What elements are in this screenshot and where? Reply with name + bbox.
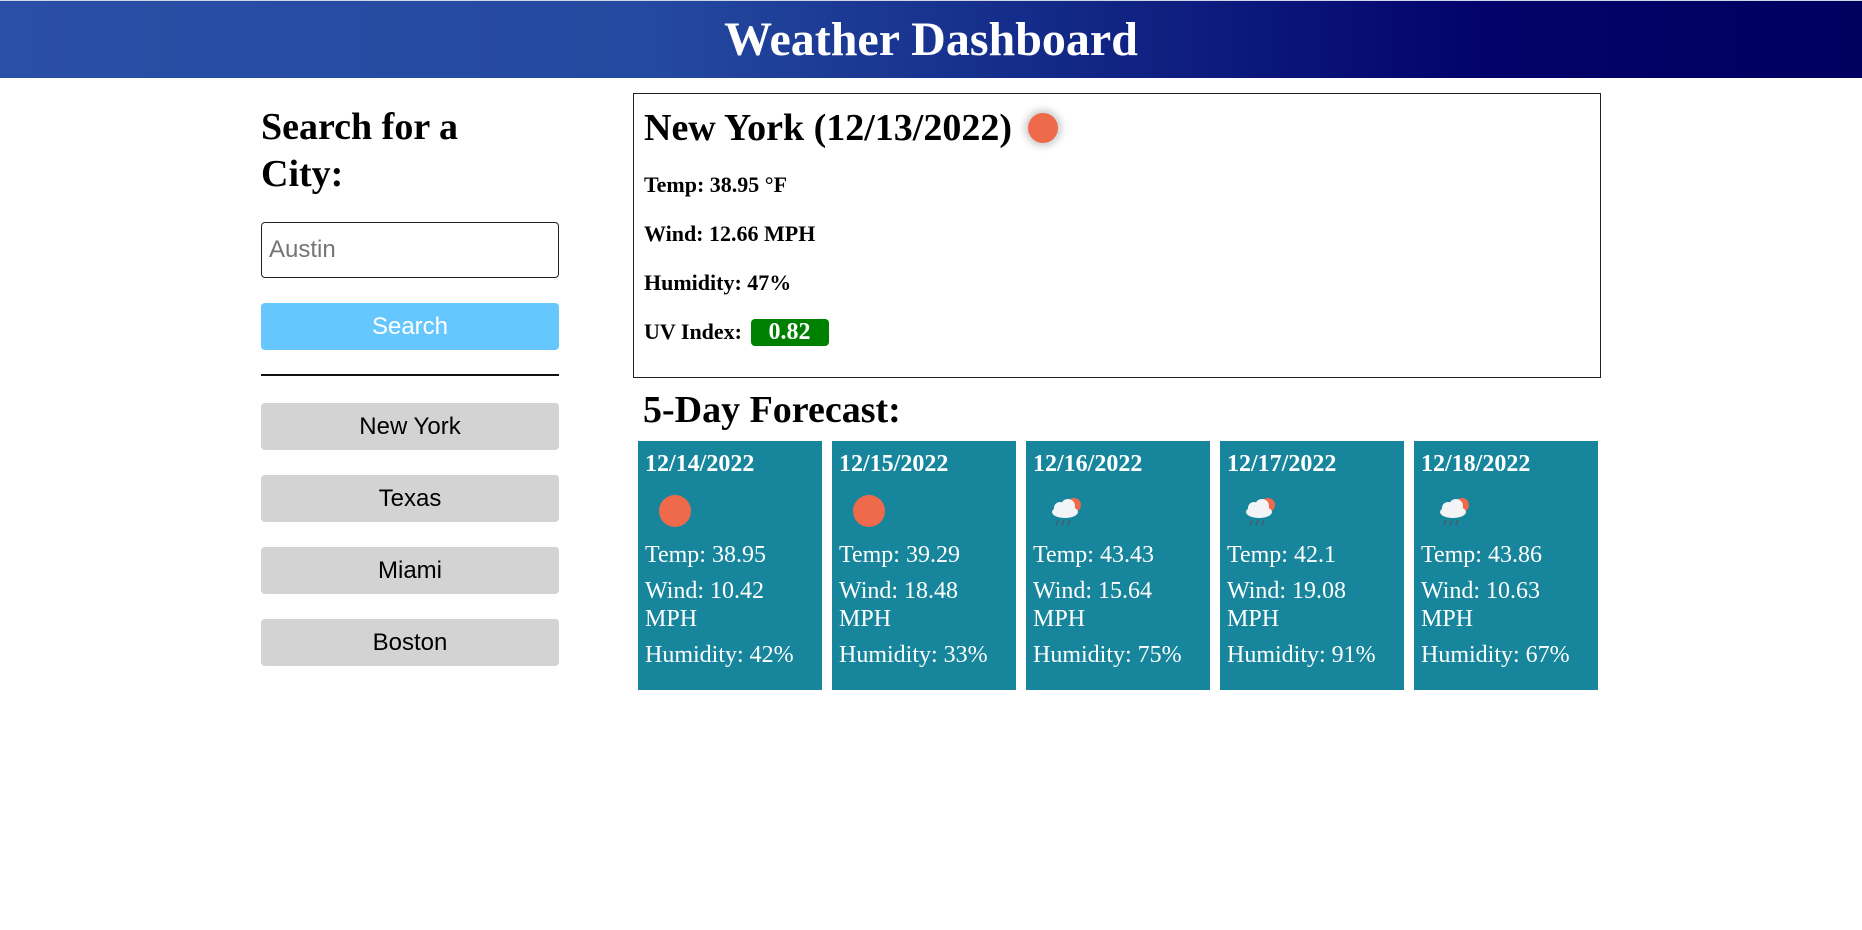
forecast-humidity: Humidity: 91% [1227, 642, 1376, 668]
rain-cloud-icon [1052, 498, 1081, 526]
forecast-temp: Temp: 39.29 [839, 542, 960, 568]
forecast-date: 12/17/2022 [1227, 451, 1337, 477]
forecast-wind: Wind: 10.63 MPH [1421, 578, 1541, 632]
app-header: Weather Dashboard [0, 0, 1862, 78]
forecast-date: 12/14/2022 [645, 451, 755, 477]
current-wind: Wind: 12.66 MPH [644, 221, 816, 246]
page-title: Weather Dashboard [724, 13, 1138, 66]
rain-cloud-icon [1440, 498, 1469, 526]
sun-icon [659, 495, 691, 527]
forecast-cards: 12/14/2022 Temp: 38.95 Wind: 10.42 MPH H… [638, 441, 1598, 690]
current-uv: UV Index: 0.82 [644, 307, 1590, 356]
search-button[interactable]: Search [261, 303, 559, 350]
forecast-temp: Temp: 38.95 [645, 542, 766, 568]
current-humidity: Humidity: 47% [644, 270, 792, 295]
forecast-date: 12/18/2022 [1421, 451, 1531, 477]
forecast-title: 5-Day Forecast: [643, 389, 901, 431]
search-sidebar: Search for a City: Search New York Texas… [261, 104, 559, 666]
city-search-input[interactable] [261, 222, 559, 278]
forecast-humidity: Humidity: 42% [645, 642, 794, 668]
current-city-heading: New York (12/13/2022) [644, 104, 1590, 152]
forecast-card: 12/17/2022 Temp: 42.1 Wind: 19.08 MPH Hu… [1220, 441, 1404, 690]
forecast-date: 12/16/2022 [1033, 451, 1143, 477]
uv-label: UV Index: [644, 319, 743, 344]
forecast-humidity: Humidity: 75% [1033, 642, 1182, 668]
forecast-wind: Wind: 19.08 MPH [1227, 578, 1347, 632]
history-button-texas[interactable]: Texas [261, 475, 559, 522]
sun-icon [853, 495, 885, 527]
history-button-miami[interactable]: Miami [261, 547, 559, 594]
forecast-card: 12/18/2022 Temp: 43.86 Wind: 10.63 MPH H… [1414, 441, 1598, 690]
rain-cloud-icon [1246, 498, 1275, 526]
history-button-boston[interactable]: Boston [261, 619, 559, 666]
forecast-card: 12/16/2022 Temp: 43.43 Wind: 15.64 MPH H… [1026, 441, 1210, 690]
uv-index-badge: 0.82 [750, 319, 829, 347]
search-title: Search for a City: [261, 106, 459, 195]
sidebar-divider [261, 374, 559, 376]
forecast-temp: Temp: 43.86 [1421, 542, 1542, 568]
forecast-wind: Wind: 15.64 MPH [1033, 578, 1153, 632]
forecast-card: 12/14/2022 Temp: 38.95 Wind: 10.42 MPH H… [638, 441, 822, 690]
forecast-card: 12/15/2022 Temp: 39.29 Wind: 18.48 MPH H… [832, 441, 1016, 690]
sun-icon [1028, 113, 1058, 143]
current-temp: Temp: 38.95 °F [644, 172, 788, 197]
current-weather-panel: New York (12/13/2022) Temp: 38.95 °F Win… [633, 93, 1601, 378]
forecast-humidity: Humidity: 67% [1421, 642, 1570, 668]
current-city-title: New York (12/13/2022) [644, 107, 1012, 149]
search-history: New York Texas Miami Boston [261, 403, 559, 691]
forecast-temp: Temp: 42.1 [1227, 542, 1336, 568]
forecast-wind: Wind: 10.42 MPH [645, 578, 765, 632]
forecast-temp: Temp: 43.43 [1033, 542, 1154, 568]
history-button-new-york[interactable]: New York [261, 403, 559, 450]
forecast-date: 12/15/2022 [839, 451, 949, 477]
forecast-wind: Wind: 18.48 MPH [839, 578, 959, 632]
forecast-humidity: Humidity: 33% [839, 642, 988, 668]
